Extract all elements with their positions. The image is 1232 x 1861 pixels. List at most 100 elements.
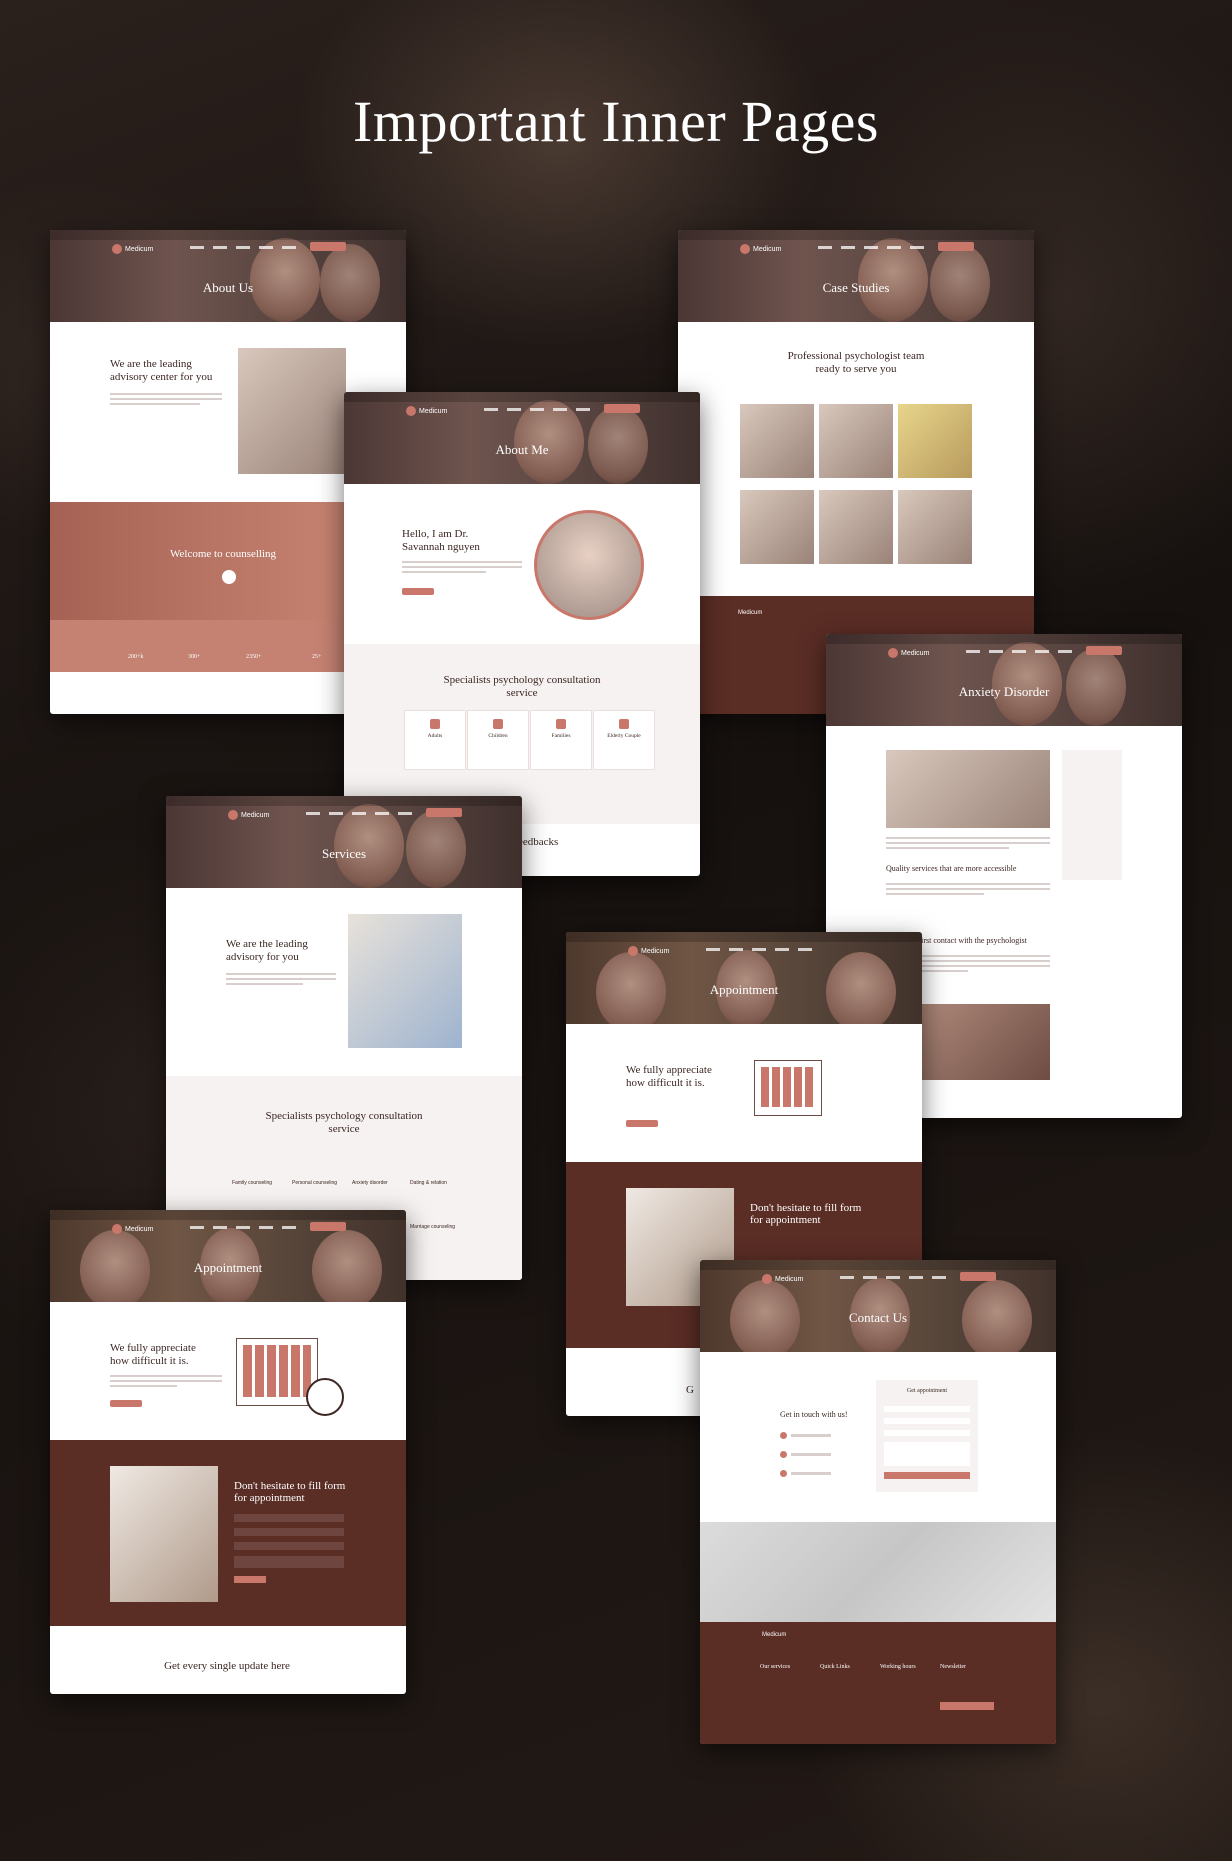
site-footer: Medicum Our services Quick Links Working… bbox=[700, 1622, 1056, 1744]
section-heading: Specialists psychology consultation serv… bbox=[443, 674, 601, 700]
newsletter-heading: Get every single update here bbox=[164, 1660, 290, 1672]
main-nav[interactable] bbox=[840, 1276, 946, 1279]
stat-value: 25+ bbox=[312, 654, 322, 660]
appointment-button[interactable] bbox=[604, 404, 640, 413]
body-text bbox=[110, 1372, 222, 1390]
main-nav[interactable] bbox=[306, 812, 412, 815]
counselor-photo bbox=[348, 914, 462, 1048]
hero-title: About Us bbox=[202, 280, 254, 295]
body-text bbox=[402, 558, 522, 576]
service-icon bbox=[619, 719, 629, 729]
footer-column-title: Newsletter bbox=[940, 1664, 966, 1670]
hero-banner: Medicum About Us bbox=[50, 230, 406, 322]
case-photo[interactable] bbox=[898, 490, 972, 564]
footer-column-title: Working hours bbox=[880, 1664, 916, 1670]
appointment-button[interactable] bbox=[426, 808, 462, 817]
body-text bbox=[110, 390, 222, 408]
stats-bar: 200+k 300+ 2350+ 25+ bbox=[50, 620, 344, 672]
banner-title: Welcome to counselling bbox=[170, 548, 277, 560]
hero-title: Appointment bbox=[193, 1260, 263, 1275]
service-card[interactable]: Elderly Couple bbox=[593, 710, 655, 770]
footer-column-title: Quick Links bbox=[820, 1664, 850, 1670]
sidebar bbox=[1062, 750, 1122, 880]
body-text bbox=[226, 970, 336, 988]
brand-logo[interactable]: Medicum bbox=[740, 244, 781, 254]
play-icon[interactable] bbox=[222, 570, 236, 584]
main-nav[interactable] bbox=[190, 1226, 296, 1229]
case-photo[interactable] bbox=[898, 404, 972, 478]
service-item[interactable]: Personal counseling bbox=[292, 1180, 337, 1186]
welcome-banner: Welcome to counselling bbox=[50, 502, 344, 620]
service-item[interactable]: Dating & relation bbox=[410, 1180, 447, 1186]
services-page-preview[interactable]: Medicum Services We are the leading advi… bbox=[166, 796, 522, 1280]
logo-icon bbox=[112, 1224, 122, 1234]
service-item[interactable]: Anxiety disorder bbox=[352, 1180, 388, 1186]
appointment-button[interactable] bbox=[938, 242, 974, 251]
main-nav[interactable] bbox=[818, 246, 924, 249]
brand-logo[interactable]: Medicum bbox=[112, 1224, 153, 1234]
main-nav[interactable] bbox=[484, 408, 590, 411]
form-heading: Don't hesitate to fill form for appointm… bbox=[234, 1480, 346, 1504]
section-heading: We are the leading advisory for you bbox=[226, 938, 308, 964]
service-card[interactable]: Adults bbox=[404, 710, 466, 770]
appointment-button[interactable] bbox=[1086, 646, 1122, 655]
hero-title: Case Studies bbox=[822, 280, 890, 295]
section-heading: Get in touch with us! bbox=[780, 1410, 848, 1419]
brand-logo[interactable]: Medicum bbox=[628, 946, 669, 956]
brand-logo[interactable]: Medicum bbox=[406, 406, 447, 416]
service-card[interactable]: Children bbox=[467, 710, 529, 770]
showcase-stage: Important Inner Pages Medicum About Us W… bbox=[0, 0, 1232, 1861]
stat-value: 2350+ bbox=[246, 654, 262, 660]
footer-column-title: Our services bbox=[760, 1664, 791, 1670]
appointment-page-preview[interactable]: Medicum Appointment We fully appreciate … bbox=[50, 1210, 406, 1694]
case-photo[interactable] bbox=[819, 490, 893, 564]
location-map[interactable] bbox=[700, 1522, 1056, 1622]
main-nav[interactable] bbox=[706, 948, 812, 951]
body-text bbox=[886, 880, 1050, 898]
main-nav[interactable] bbox=[966, 650, 1072, 653]
section-heading: Professional psychologist team ready to … bbox=[787, 350, 925, 376]
case-photo[interactable] bbox=[740, 490, 814, 564]
appointment-button[interactable] bbox=[310, 1222, 346, 1231]
section-heading: We fully appreciate how difficult it is. bbox=[626, 1064, 712, 1090]
brand-logo[interactable]: Medicum bbox=[888, 648, 929, 658]
subscribe-button[interactable] bbox=[940, 1702, 994, 1710]
hero-banner: Medicum Anxiety Disorder bbox=[826, 634, 1182, 726]
body-text bbox=[886, 834, 1050, 852]
brand-logo[interactable]: Medicum bbox=[112, 244, 153, 254]
service-item[interactable]: Marriage counseling bbox=[410, 1224, 455, 1230]
appointment-form[interactable]: Get appointment bbox=[876, 1380, 978, 1492]
hero-title: About Me bbox=[495, 442, 549, 457]
form-heading: Get appointment bbox=[906, 1388, 948, 1394]
appointment-button[interactable] bbox=[960, 1272, 996, 1281]
service-item[interactable]: Family counseling bbox=[232, 1180, 272, 1186]
clock-icon bbox=[306, 1378, 344, 1416]
brand-logo[interactable]: Medicum bbox=[228, 810, 269, 820]
read-more-button[interactable] bbox=[402, 588, 434, 595]
form-fields[interactable] bbox=[234, 1514, 344, 1583]
doctor-portrait bbox=[534, 510, 644, 620]
get-appointment-button[interactable] bbox=[110, 1400, 142, 1407]
get-appointment-button[interactable] bbox=[626, 1120, 658, 1127]
appointment-button[interactable] bbox=[310, 242, 346, 251]
form-heading: Don't hesitate to fill form for appointm… bbox=[750, 1202, 862, 1226]
logo-icon bbox=[406, 406, 416, 416]
hero-banner: Medicum Services bbox=[166, 796, 522, 888]
brand-logo[interactable]: Medicum bbox=[762, 1274, 803, 1284]
logo-icon bbox=[740, 244, 750, 254]
case-photo[interactable] bbox=[819, 404, 893, 478]
subheading: Quality services that are more accessibl… bbox=[886, 864, 1017, 873]
calendar-illustration bbox=[754, 1060, 822, 1116]
hero-banner: Medicum Contact Us bbox=[700, 1260, 1056, 1352]
section-heading: Hello, I am Dr. Savannah nguyen bbox=[402, 528, 480, 554]
contact-page-preview[interactable]: Medicum Contact Us Get in touch with us!… bbox=[700, 1260, 1056, 1744]
main-nav[interactable] bbox=[190, 246, 296, 249]
service-card[interactable]: Families bbox=[530, 710, 592, 770]
hero-banner: Medicum Appointment bbox=[50, 1210, 406, 1302]
logo-icon bbox=[628, 946, 638, 956]
client-photo bbox=[110, 1466, 218, 1602]
section-heading: Specialists psychology consultation serv… bbox=[265, 1110, 423, 1136]
case-photo[interactable] bbox=[740, 404, 814, 478]
service-icon bbox=[493, 719, 503, 729]
logo-icon bbox=[888, 648, 898, 658]
